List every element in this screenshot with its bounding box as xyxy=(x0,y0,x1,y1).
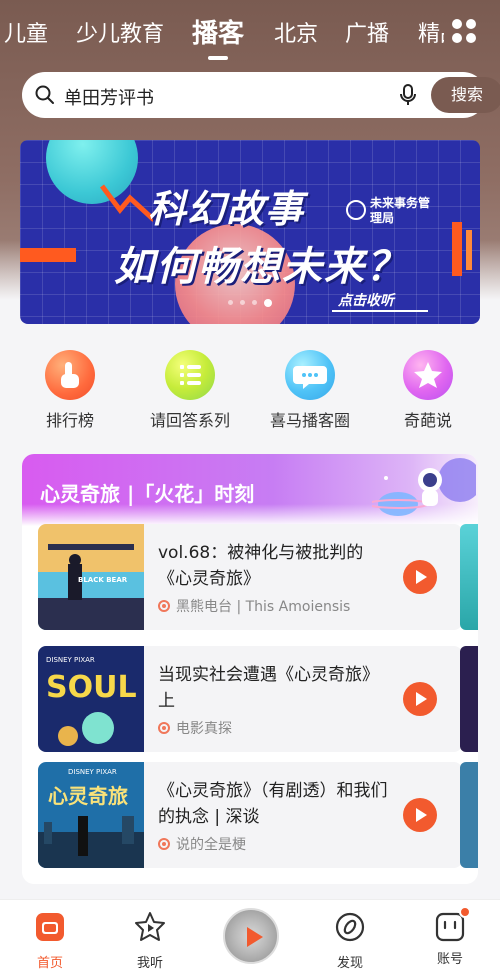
microphone-icon[interactable] xyxy=(398,84,418,106)
astronaut-illustration xyxy=(372,458,476,516)
play-button[interactable] xyxy=(403,682,437,716)
cover-text: 心灵奇旅 xyxy=(48,784,128,808)
quick-entry-answer-series[interactable]: 请回答系列 xyxy=(136,350,244,431)
quick-entry-label: 奇葩说 xyxy=(403,411,452,430)
nav-discover[interactable]: 发现 xyxy=(315,900,385,971)
tab-radio[interactable]: 广播 xyxy=(345,16,389,48)
star-play-icon xyxy=(135,912,165,941)
active-tab-indicator xyxy=(208,56,228,60)
player-disc-icon[interactable] xyxy=(223,908,279,964)
nav-home[interactable]: 首页 xyxy=(15,900,85,971)
episode-title: 当现实社会遭遇《心灵奇旅》上 xyxy=(158,665,379,711)
episode-source-text: 电影真探 xyxy=(176,721,232,737)
radio-source-icon xyxy=(158,838,170,850)
list-icon xyxy=(165,350,215,400)
pagination-dot xyxy=(240,300,245,305)
quick-entry-label: 排行榜 xyxy=(45,411,94,430)
cover-text: BLACK BEAR xyxy=(78,576,128,584)
episode-item[interactable]: BLACK BEAR vol.68：被神化与被批判的《心灵奇旅》 黑熊电台 | … xyxy=(38,524,462,630)
category-grid-icon[interactable] xyxy=(452,19,478,45)
radio-source-icon xyxy=(158,722,170,734)
episode-title: vol.68：被神化与被批判的《心灵奇旅》 xyxy=(158,543,364,589)
banner-decoration xyxy=(466,230,472,270)
nav-label: 我听 xyxy=(136,956,163,971)
search-input[interactable]: 单田芳评书 xyxy=(64,84,154,110)
search-bar[interactable]: 单田芳评书 搜索 xyxy=(22,72,500,118)
next-card-peek[interactable] xyxy=(460,524,478,630)
tab-children[interactable]: 儿童 xyxy=(4,16,48,48)
cover-brand: DISNEY PIXAR xyxy=(68,768,117,776)
search-button[interactable]: 搜索 xyxy=(431,77,500,113)
star-icon xyxy=(403,350,453,400)
nav-label: 首页 xyxy=(36,956,63,971)
pagination-dot-active xyxy=(264,299,272,307)
episode-title: 《心灵奇旅》（有剧透）和我们的执念 | 深谈 xyxy=(158,781,388,827)
episode-item[interactable]: DISNEY PIXAR 心灵奇旅 《心灵奇旅》（有剧透）和我们的执念 | 深谈… xyxy=(38,762,462,868)
radio-source-icon xyxy=(158,600,170,612)
banner-title-line1: 科幻故事 xyxy=(148,187,305,231)
episode-source: 电影真探 xyxy=(158,718,370,738)
pagination-dot xyxy=(252,300,257,305)
search-icon xyxy=(35,85,54,104)
tab-beijing[interactable]: 北京 xyxy=(274,16,318,48)
notification-badge xyxy=(459,906,471,918)
quick-entry-rankings[interactable]: 排行榜 xyxy=(30,350,110,431)
banner-cta: 点击收听 xyxy=(338,293,394,309)
nav-my-listening[interactable]: 我听 xyxy=(115,900,185,971)
cover-text: SOUL xyxy=(46,670,137,705)
chat-bubble-icon xyxy=(285,350,335,400)
card-title: 心灵奇旅 |「火花」时刻 xyxy=(40,482,255,506)
cover-brand: DISNEY PIXAR xyxy=(46,656,95,664)
tab-premium[interactable]: 精品 xyxy=(418,16,444,48)
banner-brand: 未来事务管理局 xyxy=(370,196,431,225)
compass-icon xyxy=(335,912,365,942)
banner-decoration xyxy=(20,248,76,262)
cta-underline xyxy=(332,310,428,312)
quick-entry-label: 请回答系列 xyxy=(149,411,230,430)
topic-card: 心灵奇旅 |「火花」时刻 BLACK BEAR vol.68：被神化与被批判的《… xyxy=(22,454,478,884)
quick-entry-label: 喜马播客圈 xyxy=(269,411,350,430)
next-card-peek[interactable] xyxy=(460,646,478,752)
episode-source: 说的全是梗 xyxy=(158,834,370,854)
play-button[interactable] xyxy=(403,560,437,594)
nav-label: 发现 xyxy=(336,956,363,971)
bottom-navigation: 首页 我听 发现 账号 xyxy=(0,899,500,979)
episode-source-text: 黑熊电台 | This Amoiensis xyxy=(176,599,351,615)
banner-decoration xyxy=(452,222,462,276)
episode-source: 黑熊电台 | This Amoiensis xyxy=(158,596,370,616)
category-tabs: 儿童 少儿教育 播客 北京 广播 精品 xyxy=(0,0,500,66)
brand-logo-icon xyxy=(346,200,366,220)
hand-pointer-icon xyxy=(45,350,95,400)
episode-item[interactable]: DISNEY PIXAR SOUL 当现实社会遭遇《心灵奇旅》上 电影真探 xyxy=(38,646,462,752)
pagination-dot xyxy=(228,300,233,305)
account-icon xyxy=(433,906,471,944)
nav-account[interactable]: 账号 xyxy=(415,900,485,967)
episode-source-text: 说的全是梗 xyxy=(176,837,246,853)
play-button[interactable] xyxy=(403,798,437,832)
banner-pagination xyxy=(226,299,286,307)
tab-kids-education[interactable]: 少儿教育 xyxy=(76,16,164,48)
banner-title-line2: 如何畅想未来？ xyxy=(114,244,408,290)
tab-podcast[interactable]: 播客 xyxy=(192,13,244,50)
home-icon xyxy=(36,913,64,941)
nav-label: 账号 xyxy=(436,952,463,967)
next-card-peek[interactable] xyxy=(460,762,478,868)
promo-banner[interactable]: 科幻故事 如何畅想未来？ 未来事务管理局 点击收听 xyxy=(20,140,480,324)
episode-cover xyxy=(38,762,144,868)
quick-entry-qipashuo[interactable]: 奇葩说 xyxy=(388,350,468,431)
quick-entry-podcast-circle[interactable]: 喜马播客圈 xyxy=(260,350,360,431)
